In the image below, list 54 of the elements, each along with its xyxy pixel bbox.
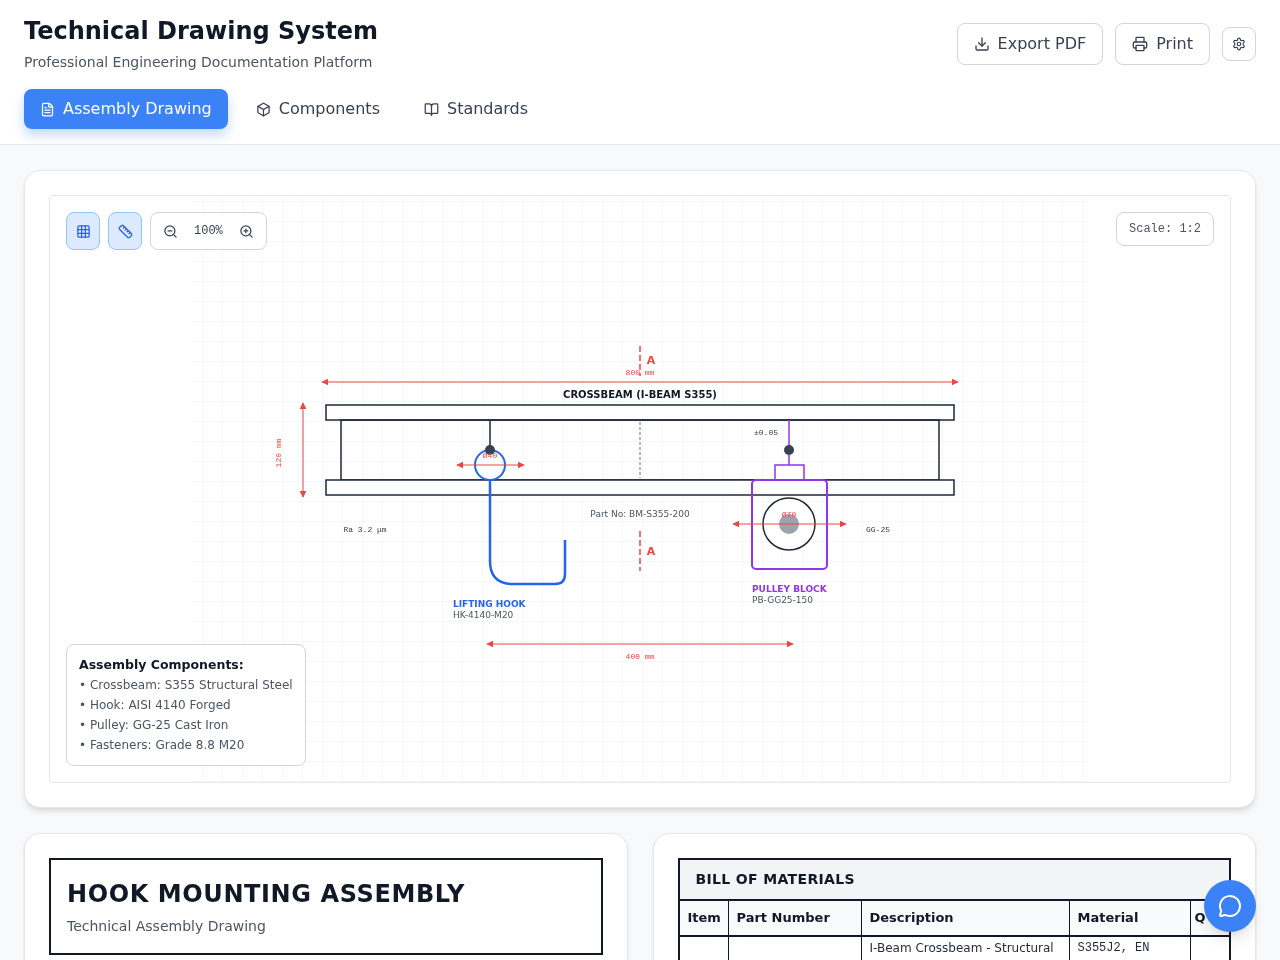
legend-item: • Pulley: GG-25 Cast Iron (79, 717, 230, 734)
beam-label: CROSSBEAM (I-BEAM S355) (563, 389, 717, 400)
legend-title: Assembly Components: (79, 656, 245, 674)
tab[interactable]: Assembly Drawing (24, 89, 228, 129)
legend-item: • Crossbeam: S355 Structural Steel (79, 677, 293, 694)
assembly-title: HOOK MOUNTING ASSEMBLY (67, 879, 466, 910)
hook-label: LIFTING HOOK (453, 599, 526, 609)
zoom-level: 100% (194, 223, 223, 240)
zoom-out-icon (163, 223, 178, 239)
column-header: Description (861, 901, 1070, 935)
table-cell: S355J2, EN (1069, 936, 1191, 960)
toolbar-button[interactable]: Print (1115, 23, 1210, 65)
ruler-icon (117, 223, 133, 239)
section-mark: A (646, 545, 656, 558)
cube-icon (255, 101, 271, 117)
settings-icon (1232, 37, 1246, 51)
dimension-line (456, 461, 525, 469)
dimension-label: 120 mm (274, 438, 283, 468)
column-header: Item (679, 901, 729, 935)
part-number-label: Part No: BM-S355-200 (590, 509, 690, 519)
section-mark: A (646, 354, 656, 367)
zoom-in-icon (238, 223, 254, 239)
app-subtitle: Professional Engineering Documentation Platform (24, 53, 374, 72)
scale-badge: Scale: 1:2 (1116, 212, 1214, 246)
roughness-label: Ra 3.2 μm (343, 525, 387, 534)
pulley-label: PULLEY BLOCK (752, 584, 827, 594)
table-cell: I-Beam Crossbeam - Structural (861, 936, 1070, 960)
legend-item: • Fasteners: Grade 8.8 M20 (79, 737, 246, 754)
bom-title: BILL OF MATERIALS (679, 860, 1229, 901)
printer-icon (1132, 36, 1149, 52)
hook-code: HK-4140-M20 (453, 610, 514, 620)
diameter-label: Ø40 (482, 451, 498, 460)
dimension-label: 400 mm (625, 652, 655, 661)
tolerance-label: ±0.05 (754, 428, 778, 437)
column-header: Material (1069, 901, 1191, 935)
dimension-label: 800 mm (625, 368, 655, 377)
assembly-subtitle: Technical Assembly Drawing (67, 917, 267, 936)
document-icon (40, 101, 55, 117)
section-line (639, 345, 641, 377)
ruler-toggle[interactable] (108, 212, 142, 250)
column-header: Part Number (728, 901, 862, 935)
app-title: Technical Drawing System (24, 16, 379, 46)
toolbar-button[interactable]: Export PDF (956, 23, 1104, 65)
book-icon (423, 101, 439, 117)
grid-icon (75, 223, 91, 239)
grid-toggle[interactable] (66, 212, 100, 250)
legend-item: • Hook: AISI 4140 Forged (79, 697, 232, 714)
diameter-label: Ø70 (781, 510, 797, 519)
material-label: GG-25 (866, 525, 890, 534)
section-line (639, 530, 641, 572)
settings-button[interactable] (1222, 27, 1256, 61)
download-icon (973, 36, 990, 52)
chat-icon (1218, 894, 1242, 918)
pulley-code: PB-GG25-150 (752, 595, 813, 605)
